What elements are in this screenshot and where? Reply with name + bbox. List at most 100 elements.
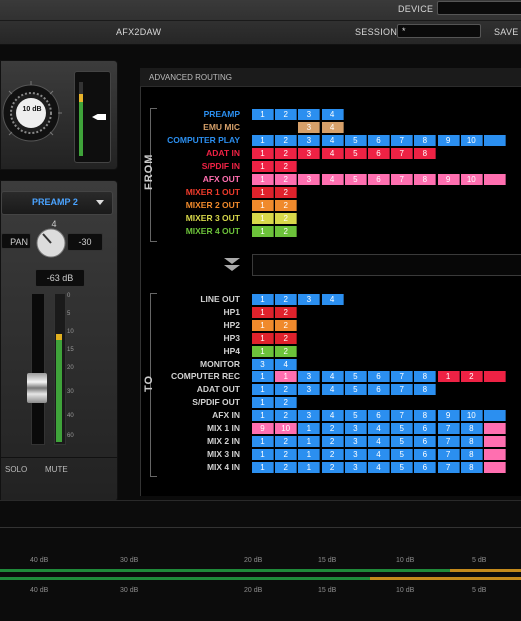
to-route-cell[interactable]: 8	[414, 371, 437, 383]
to-route-cell[interactable]: 3	[344, 461, 367, 473]
to-route-cell[interactable]: 5	[344, 371, 367, 383]
to-route-cell[interactable]: 1	[252, 384, 274, 396]
from-route-cell[interactable]: 2	[275, 187, 298, 198]
to-route-cell[interactable]: 7	[391, 384, 414, 396]
pan-knob[interactable]	[35, 227, 67, 259]
to-route-cell[interactable]: 1	[298, 423, 321, 434]
from-route-cell[interactable]: 8	[414, 174, 437, 185]
to-route-cell[interactable]: 7	[437, 448, 460, 460]
to-route-cell[interactable]: 1	[252, 332, 274, 344]
to-route-cell[interactable]	[484, 371, 506, 383]
from-route-cell[interactable]: 9	[437, 135, 460, 146]
to-route-cell[interactable]: 4	[321, 371, 344, 383]
to-route-cell[interactable]: 6	[368, 371, 390, 383]
to-route-cell[interactable]: 3	[344, 435, 367, 447]
to-route-cell[interactable]: 3	[298, 371, 321, 383]
to-route-cell[interactable]: 7	[391, 371, 414, 383]
from-route-cell[interactable]: 6	[368, 174, 390, 185]
to-route-cell[interactable]: 3	[298, 410, 321, 422]
to-route-cell[interactable]: 10	[275, 423, 298, 434]
from-route-cell[interactable]: 7	[391, 174, 414, 185]
from-route-cell[interactable]: 3	[298, 109, 321, 120]
session-field[interactable]: *	[397, 24, 481, 38]
from-route-cell[interactable]: 8	[414, 148, 437, 159]
source-select[interactable]: PREAMP 2	[1, 191, 113, 215]
to-route-cell[interactable]: 8	[460, 448, 483, 460]
to-route-cell[interactable]: 1	[252, 345, 274, 357]
tab-afx2daw[interactable]: AFX2DAW	[116, 27, 161, 37]
level-pointer-icon[interactable]	[92, 114, 106, 120]
from-route-cell[interactable]: 1	[252, 148, 274, 159]
to-route-cell[interactable]: 4	[275, 358, 298, 370]
to-route-cell[interactable]: 1	[252, 371, 274, 383]
to-route-cell[interactable]: 2	[275, 397, 298, 409]
to-route-cell[interactable]: 1	[437, 371, 460, 383]
from-route-cell[interactable]: 1	[252, 226, 274, 237]
to-route-cell[interactable]: 1	[252, 294, 274, 305]
to-route-cell[interactable]: 1	[252, 435, 274, 447]
from-route-cell[interactable]: 1	[252, 200, 274, 211]
to-route-cell[interactable]: 1	[252, 306, 274, 318]
to-route-cell[interactable]	[484, 435, 506, 447]
to-route-cell[interactable]	[484, 410, 506, 422]
to-route-cell[interactable]: 2	[275, 294, 298, 305]
to-route-cell[interactable]: 3	[298, 294, 321, 305]
to-route-cell[interactable]: 4	[321, 384, 344, 396]
to-route-cell[interactable]	[484, 448, 506, 460]
from-route-cell[interactable]: 5	[344, 135, 367, 146]
from-route-cell[interactable]: 1	[252, 187, 274, 198]
save-button[interactable]: SAVE	[494, 27, 519, 37]
from-route-cell[interactable]: 3	[298, 174, 321, 185]
to-route-cell[interactable]: 7	[391, 410, 414, 422]
from-route-cell[interactable]: 5	[344, 174, 367, 185]
to-route-cell[interactable]: 1	[252, 448, 274, 460]
to-route-cell[interactable]: 5	[391, 448, 414, 460]
from-route-cell[interactable]: 2	[275, 161, 298, 172]
from-route-cell[interactable]: 10	[460, 174, 483, 185]
from-route-cell[interactable]: 2	[275, 200, 298, 211]
to-route-cell[interactable]: 1	[298, 435, 321, 447]
to-route-cell[interactable]: 2	[275, 448, 298, 460]
from-route-cell[interactable]: 3	[298, 148, 321, 159]
to-route-cell[interactable]: 4	[321, 294, 344, 305]
to-route-cell[interactable]: 8	[460, 461, 483, 473]
from-route-cell[interactable]: 2	[275, 213, 298, 224]
to-route-cell[interactable]: 6	[414, 448, 437, 460]
to-route-cell[interactable]: 3	[344, 448, 367, 460]
from-route-cell[interactable]: 6	[368, 135, 390, 146]
from-route-cell[interactable]	[252, 122, 274, 133]
to-route-cell[interactable]: 4	[368, 423, 390, 434]
from-route-cell[interactable]: 4	[321, 122, 344, 133]
from-route-cell[interactable]: 1	[252, 135, 274, 146]
from-route-cell[interactable]: 2	[275, 135, 298, 146]
to-route-cell[interactable]: 1	[252, 319, 274, 331]
to-route-cell[interactable]: 8	[414, 410, 437, 422]
to-route-cell[interactable]: 9	[437, 410, 460, 422]
to-route-cell[interactable]: 3	[252, 358, 274, 370]
from-route-cell[interactable]: 2	[275, 148, 298, 159]
from-route-cell[interactable]: 8	[414, 135, 437, 146]
to-route-cell[interactable]: 6	[414, 423, 437, 434]
from-route-cell[interactable]: 10	[460, 135, 483, 146]
to-route-cell[interactable]: 6	[368, 410, 390, 422]
to-route-cell[interactable]: 7	[437, 435, 460, 447]
to-route-cell[interactable]: 1	[252, 410, 274, 422]
from-route-cell[interactable]: 5	[344, 148, 367, 159]
to-route-cell[interactable]: 3	[298, 384, 321, 396]
from-route-cell[interactable]	[484, 135, 506, 146]
to-route-cell[interactable]: 1	[252, 461, 274, 473]
from-route-cell[interactable]: 2	[275, 226, 298, 237]
to-route-cell[interactable]: 6	[368, 384, 390, 396]
to-route-cell[interactable]	[484, 423, 506, 434]
from-route-cell[interactable]	[484, 174, 506, 185]
from-route-cell[interactable]: 9	[437, 174, 460, 185]
from-route-cell[interactable]: 2	[275, 109, 298, 120]
to-route-cell[interactable]: 2	[321, 423, 344, 434]
to-route-cell[interactable]: 1	[298, 448, 321, 460]
to-route-cell[interactable]: 2	[275, 410, 298, 422]
to-route-cell[interactable]: 2	[275, 435, 298, 447]
from-route-cell[interactable]: 3	[298, 135, 321, 146]
from-route-cell[interactable]: 4	[321, 135, 344, 146]
to-route-cell[interactable]: 4	[321, 410, 344, 422]
to-route-cell[interactable]	[484, 461, 506, 473]
